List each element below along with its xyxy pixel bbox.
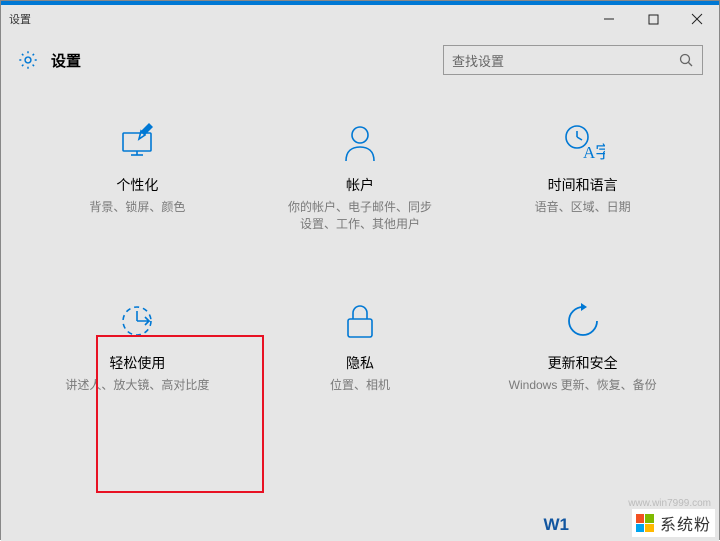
header-left: 设置 xyxy=(17,49,81,71)
tile-time-language[interactable]: A字 时间和语言 语音、区域、日期 xyxy=(476,113,689,241)
ms-logo-icon xyxy=(636,514,654,532)
tile-title: 更新和安全 xyxy=(548,353,618,373)
watermark-bluetext: W1 xyxy=(544,515,570,535)
tile-privacy[interactable]: 隐私 位置、相机 xyxy=(254,291,467,402)
ease-of-access-icon xyxy=(115,299,159,343)
search-placeholder: 查找设置 xyxy=(452,51,504,70)
gear-icon xyxy=(17,49,39,71)
tile-title: 个性化 xyxy=(116,175,158,195)
tile-subtitle: 讲述人、放大镜、高对比度 xyxy=(65,377,209,394)
personalization-icon xyxy=(115,121,159,165)
tile-subtitle: 背景、锁屏、颜色 xyxy=(89,199,185,216)
tile-title: 隐私 xyxy=(346,353,374,373)
tile-accounts[interactable]: 帐户 你的帐户、电子邮件、同步设置、工作、其他用户 xyxy=(254,113,467,241)
tile-ease-of-access[interactable]: 轻松使用 讲述人、放大镜、高对比度 xyxy=(31,291,244,402)
tile-personalization[interactable]: 个性化 背景、锁屏、颜色 xyxy=(31,113,244,241)
watermark: 系统粉 xyxy=(632,509,715,537)
tile-subtitle: 位置、相机 xyxy=(330,377,390,394)
tile-title: 轻松使用 xyxy=(109,353,165,373)
accounts-icon xyxy=(338,121,382,165)
tile-title: 帐户 xyxy=(346,175,374,195)
window-controls xyxy=(587,5,719,33)
settings-grid: 个性化 背景、锁屏、颜色 帐户 你的帐户、电子邮件、同步设置、工作、其他用户 A… xyxy=(1,83,719,411)
tile-subtitle: 你的帐户、电子邮件、同步设置、工作、其他用户 xyxy=(285,199,435,233)
close-button[interactable] xyxy=(675,5,719,33)
tile-update-security[interactable]: 更新和安全 Windows 更新、恢复、备份 xyxy=(476,291,689,402)
update-security-icon xyxy=(561,299,605,343)
search-input[interactable]: 查找设置 xyxy=(443,45,703,75)
time-language-icon: A字 xyxy=(561,121,605,165)
window-title: 设置 xyxy=(9,11,31,27)
content-area: 设置 查找设置 个性化 背景、锁屏、颜色 xyxy=(1,33,719,541)
search-icon xyxy=(678,52,694,68)
watermark-text: 系统粉 xyxy=(660,511,711,535)
tile-title: 时间和语言 xyxy=(548,175,618,195)
minimize-button[interactable] xyxy=(587,5,631,33)
svg-text:A字: A字 xyxy=(583,143,605,162)
header: 设置 查找设置 xyxy=(1,33,719,83)
maximize-button[interactable] xyxy=(631,5,675,33)
page-title: 设置 xyxy=(51,50,81,71)
titlebar: 设置 xyxy=(1,5,719,33)
tile-subtitle: Windows 更新、恢复、备份 xyxy=(509,377,657,394)
privacy-icon xyxy=(338,299,382,343)
tile-subtitle: 语音、区域、日期 xyxy=(535,199,631,216)
watermark-url: www.win7999.com xyxy=(628,498,711,509)
